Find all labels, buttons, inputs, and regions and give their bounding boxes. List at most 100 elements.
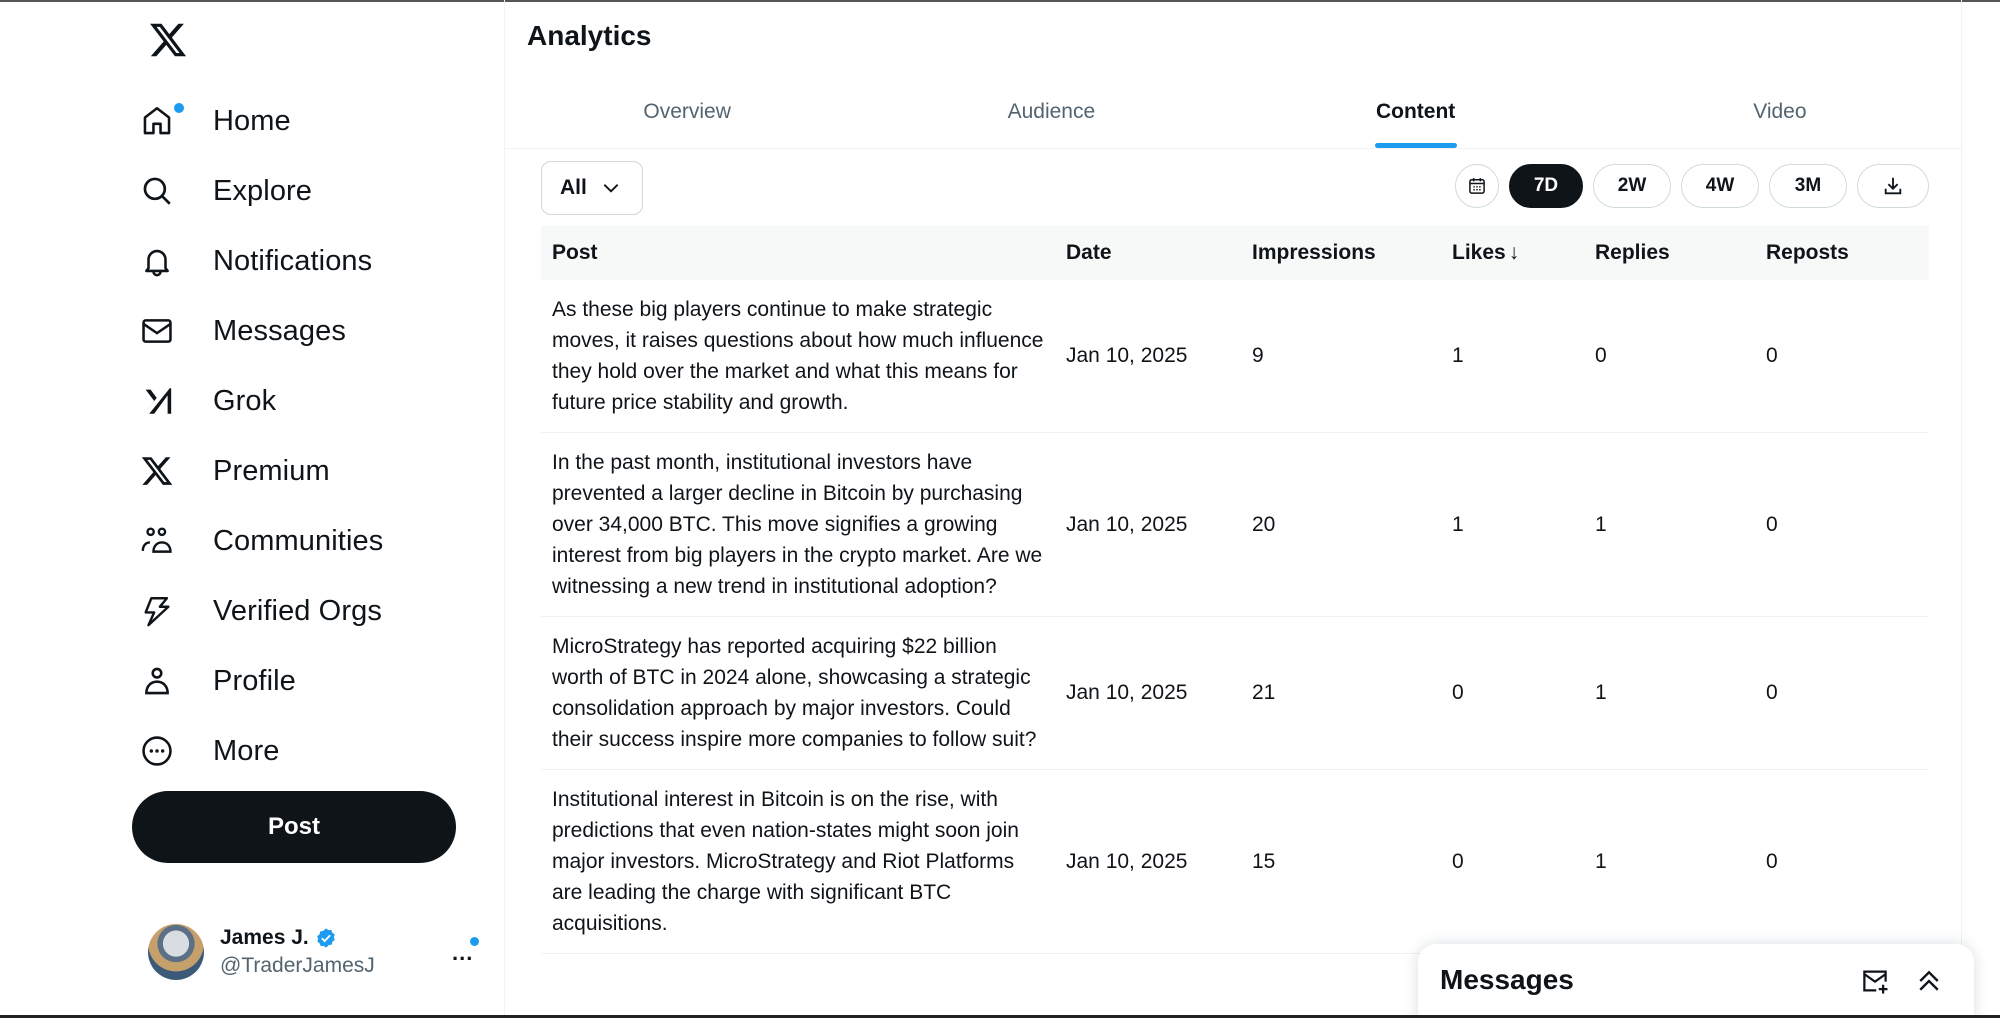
sidebar-item-home[interactable]: Home <box>140 86 383 156</box>
column-header-replies[interactable]: Replies <box>1584 241 1755 265</box>
x-logo-icon[interactable] <box>148 20 188 60</box>
sidebar-item-more[interactable]: More <box>140 716 383 786</box>
tab-label: Overview <box>643 100 731 123</box>
post-impressions: 20 <box>1252 512 1276 536</box>
download-icon <box>1884 177 1902 195</box>
lightning-icon <box>140 593 192 629</box>
range-7d-button[interactable]: 7D <box>1509 164 1583 208</box>
post-replies: 1 <box>1595 849 1607 873</box>
search-icon <box>140 173 192 209</box>
sidebar-item-profile[interactable]: Profile <box>140 646 383 716</box>
people-icon <box>140 523 192 559</box>
table-row[interactable]: In the past month, institutional investo… <box>541 433 1929 617</box>
column-header-impressions[interactable]: Impressions <box>1241 241 1441 265</box>
table-header: Post Date Impressions Likes ↓ Replies Rep… <box>541 226 1929 280</box>
home-icon <box>140 103 192 139</box>
post-impressions: 21 <box>1252 681 1276 704</box>
expand-drawer-icon[interactable] <box>1914 966 1946 998</box>
sidebar-item-communities[interactable]: Communities <box>140 506 383 576</box>
tab-content[interactable]: Content <box>1234 76 1598 148</box>
person-icon <box>140 663 192 699</box>
post-date: Jan 10, 2025 <box>1066 512 1188 536</box>
column-header-post[interactable]: Post <box>541 241 1055 265</box>
sort-arrow-icon: ↓ <box>1508 241 1520 264</box>
post-date: Jan 10, 2025 <box>1066 344 1188 367</box>
post-type-value: All <box>560 176 587 199</box>
table-row[interactable]: MicroStrategy has reported acquiring $22… <box>541 617 1929 770</box>
post-text: Institutional interest in Bitcoin is on … <box>552 788 1019 935</box>
range-2w-button[interactable]: 2W <box>1593 164 1671 208</box>
page-title: Analytics <box>527 20 652 51</box>
download-button[interactable] <box>1857 164 1929 208</box>
messages-drawer-title: Messages <box>1440 964 1574 995</box>
sidebar: Home Explore Notifications Messages Grok <box>0 0 504 1018</box>
filter-row: All 7D 2W 4W 3M <box>541 161 1929 215</box>
table-row[interactable]: As these big players continue to make st… <box>541 280 1929 433</box>
range-3m-button[interactable]: 3M <box>1769 164 1847 208</box>
chevron-down-icon <box>603 184 619 193</box>
x-icon <box>140 453 192 489</box>
post-likes: 0 <box>1452 681 1464 704</box>
sidebar-item-label: Verified Orgs <box>213 594 382 627</box>
post-text: As these big players continue to make st… <box>552 298 1044 414</box>
post-reposts: 0 <box>1766 681 1778 704</box>
sidebar-item-verified-orgs[interactable]: Verified Orgs <box>140 576 383 646</box>
sidebar-nav: Home Explore Notifications Messages Grok <box>140 86 383 786</box>
envelope-icon <box>140 313 192 349</box>
post-reposts: 0 <box>1766 344 1778 367</box>
post-likes: 0 <box>1452 849 1464 873</box>
account-name: James J. <box>220 926 309 949</box>
date-range-group: 7D 2W 4W 3M <box>1455 164 1929 208</box>
post-replies: 1 <box>1595 512 1607 536</box>
tab-label: Content <box>1375 100 1456 123</box>
column-header-likes-label: Likes <box>1452 241 1506 264</box>
post-reposts: 0 <box>1766 512 1778 536</box>
active-tab-indicator <box>1374 143 1457 148</box>
sidebar-item-messages[interactable]: Messages <box>140 296 383 366</box>
post-replies: 1 <box>1595 681 1607 704</box>
tab-audience[interactable]: Audience <box>869 76 1233 148</box>
sidebar-item-explore[interactable]: Explore <box>140 156 383 226</box>
sidebar-item-premium[interactable]: Premium <box>140 436 383 506</box>
account-notification-dot <box>470 937 479 946</box>
post-text: In the past month, institutional investo… <box>552 451 1043 598</box>
range-4w-button[interactable]: 4W <box>1681 164 1759 208</box>
sidebar-item-label: Premium <box>213 454 330 487</box>
column-header-reposts[interactable]: Reposts <box>1755 241 1929 265</box>
tab-label: Audience <box>1007 100 1096 123</box>
table-row[interactable]: Institutional interest in Bitcoin is on … <box>541 770 1929 954</box>
sidebar-item-label: More <box>213 734 280 767</box>
sidebar-item-label: Messages <box>213 314 346 347</box>
calendar-icon <box>1469 178 1485 194</box>
post-reposts: 0 <box>1766 849 1778 873</box>
sidebar-item-label: Communities <box>213 524 384 557</box>
post-type-select[interactable]: All <box>541 161 643 215</box>
sidebar-item-label: Grok <box>213 384 277 417</box>
sidebar-item-grok[interactable]: Grok <box>140 366 383 436</box>
sidebar-item-label: Home <box>213 104 291 137</box>
sidebar-item-label: Explore <box>213 174 313 207</box>
post-button[interactable]: Post <box>132 791 456 863</box>
post-text: MicroStrategy has reported acquiring $22… <box>552 635 1037 751</box>
column-header-likes[interactable]: Likes ↓ <box>1441 241 1584 265</box>
post-replies: 0 <box>1595 344 1607 367</box>
account-handle: @TraderJamesJ <box>220 954 375 977</box>
analytics-tabs: Overview Audience Content Video <box>505 76 1962 149</box>
account-switcher[interactable]: James J. @TraderJamesJ ... <box>148 924 479 980</box>
home-notification-dot <box>174 103 184 113</box>
analytics-main: Analytics Overview Audience Content Vide… <box>504 0 1962 1018</box>
post-date: Jan 10, 2025 <box>1066 681 1188 704</box>
post-impressions: 9 <box>1252 344 1264 367</box>
messages-drawer[interactable]: Messages <box>1418 944 1974 1018</box>
new-message-icon[interactable] <box>1860 966 1892 998</box>
sidebar-item-label: Profile <box>213 664 296 697</box>
content-table: Post Date Impressions Likes ↓ Replies Rep… <box>541 226 1929 954</box>
tab-overview[interactable]: Overview <box>505 76 869 148</box>
post-likes: 1 <box>1452 512 1464 536</box>
post-date: Jan 10, 2025 <box>1066 849 1188 873</box>
bell-icon <box>140 243 192 279</box>
calendar-button[interactable] <box>1455 164 1499 208</box>
tab-video[interactable]: Video <box>1598 76 1962 148</box>
sidebar-item-notifications[interactable]: Notifications <box>140 226 383 296</box>
column-header-date[interactable]: Date <box>1055 241 1241 265</box>
